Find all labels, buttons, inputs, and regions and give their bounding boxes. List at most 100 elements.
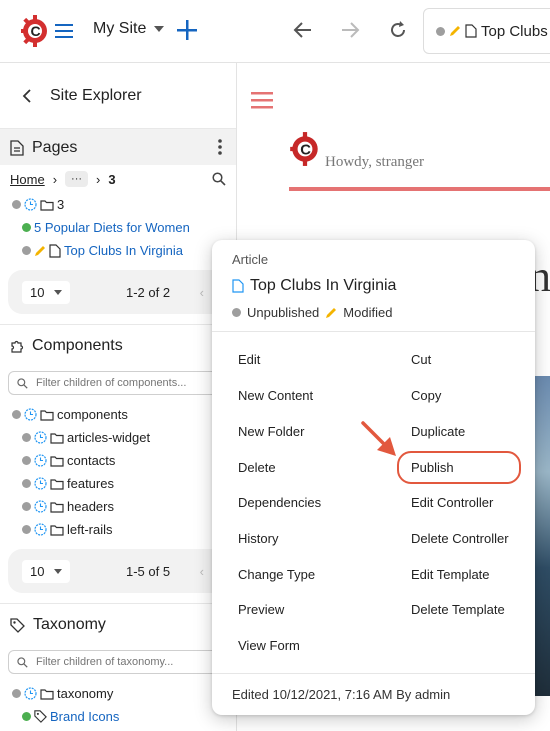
status-dot: [22, 433, 31, 442]
components-filter-input[interactable]: [34, 376, 214, 390]
tree-row[interactable]: components: [12, 403, 236, 426]
menu-item-title: Top Clubs In Virginia: [232, 277, 515, 295]
menu-delete[interactable]: Delete: [238, 460, 276, 475]
tree-label: left-rails: [67, 522, 113, 537]
tree-label[interactable]: Top Clubs In Virginia: [64, 243, 183, 258]
chevron-left-icon[interactable]: [22, 88, 32, 103]
greeting-text: Howdy, stranger: [325, 154, 425, 170]
status-dot: [22, 456, 31, 465]
site-selector[interactable]: My Site: [93, 20, 165, 38]
page-icon: [232, 279, 244, 293]
menu-copy[interactable]: Copy: [411, 388, 441, 403]
status-dot: [12, 200, 21, 209]
search-icon[interactable]: [212, 172, 226, 186]
page-size-select[interactable]: 10: [22, 280, 71, 304]
menu-delete-template[interactable]: Delete Template: [411, 602, 505, 617]
pages-section: Pages: [0, 129, 236, 165]
folder-icon: [40, 199, 54, 211]
menu-duplicate[interactable]: Duplicate: [411, 424, 465, 439]
menu-delete-controller[interactable]: Delete Controller: [411, 531, 509, 546]
menu-preview[interactable]: Preview: [238, 602, 284, 617]
menu-cut[interactable]: Cut: [411, 352, 431, 367]
menu-footer: Edited 10/12/2021, 7:16 AM By admin: [212, 673, 535, 715]
chevron-left-icon[interactable]: ‹: [200, 564, 204, 579]
folder-icon: [50, 455, 64, 467]
tree-row[interactable]: articles-widget: [12, 426, 236, 449]
crafter-logo[interactable]: C: [21, 14, 49, 48]
menu-new-folder[interactable]: New Folder: [238, 424, 304, 439]
components-section: Components: [0, 324, 236, 363]
menu-edit[interactable]: Edit: [238, 352, 260, 367]
menu-edit-template[interactable]: Edit Template: [411, 567, 490, 582]
breadcrumb-home[interactable]: Home: [10, 172, 45, 187]
tree-row[interactable]: features: [12, 472, 236, 495]
clock-icon: [34, 431, 47, 444]
site-explorer-sidebar: Site Explorer Pages Home › ··· › 3 3 5 P…: [0, 63, 237, 731]
tree-row[interactable]: left-rails: [12, 518, 236, 541]
status-modified: Modified: [343, 305, 393, 320]
reload-icon[interactable]: [388, 20, 408, 40]
page-size-select[interactable]: 10: [22, 559, 71, 583]
components-header[interactable]: Components: [0, 329, 236, 363]
clock-icon: [34, 477, 47, 490]
tree-label: features: [67, 476, 114, 491]
components-tree: components articles-widget contacts feat…: [0, 403, 236, 541]
site-explorer-header: Site Explorer: [0, 63, 236, 129]
menu-icon[interactable]: [251, 90, 273, 110]
svg-text:C: C: [300, 142, 311, 158]
tree-row[interactable]: headers: [12, 495, 236, 518]
menu-new-content[interactable]: New Content: [238, 388, 313, 403]
status-dot: [22, 712, 31, 721]
menu-view-form[interactable]: View Form: [238, 638, 300, 653]
back-arrow-icon[interactable]: [293, 20, 313, 40]
chevron-left-icon[interactable]: ‹: [200, 285, 204, 300]
annotation-arrow-icon: [361, 421, 396, 456]
tree-row[interactable]: taxonomy: [12, 682, 236, 705]
tree-label[interactable]: Brand Icons: [50, 709, 119, 724]
tree-row[interactable]: Top Clubs In Virginia: [12, 239, 236, 262]
tree-row[interactable]: 3: [12, 193, 236, 216]
folder-icon: [50, 524, 64, 536]
more-options-icon[interactable]: [218, 139, 222, 155]
tree-row[interactable]: 5 Popular Diets for Women: [12, 216, 236, 239]
menu-edit-controller[interactable]: Edit Controller: [411, 495, 493, 510]
breadcrumb-ellipsis[interactable]: ···: [65, 171, 89, 187]
tree-row[interactable]: Brand Icons: [12, 705, 236, 728]
status-dot: [22, 479, 31, 488]
status-dot: [22, 246, 31, 255]
page-size-value: 10: [30, 284, 45, 300]
status-dot: [12, 410, 21, 419]
taxonomy-section: Taxonomy: [0, 603, 236, 642]
taxonomy-filter-input[interactable]: [34, 655, 214, 669]
menu-change-type[interactable]: Change Type: [238, 567, 315, 582]
add-icon[interactable]: [175, 18, 199, 42]
caret-down-icon: [54, 568, 63, 574]
tree-label[interactable]: 5 Popular Diets for Women: [34, 220, 190, 235]
caret-down-icon: [154, 26, 165, 32]
status-dot: [22, 502, 31, 511]
pages-header[interactable]: Pages: [0, 131, 236, 165]
address-bar[interactable]: Top Clubs: [423, 8, 550, 54]
taxonomy-header[interactable]: Taxonomy: [0, 608, 236, 642]
clock-icon: [24, 408, 37, 421]
status-unpublished: Unpublished: [247, 305, 320, 320]
menu-icon[interactable]: [54, 21, 74, 41]
pages-pagination: 10 1-2 of 2 ‹: [8, 270, 228, 314]
components-filter[interactable]: [8, 371, 228, 395]
address-title: Top Clubs: [481, 22, 548, 40]
page-size-value: 10: [30, 563, 45, 579]
forward-arrow-icon[interactable]: [340, 20, 360, 40]
pages-title: Pages: [32, 139, 78, 156]
page-icon: [49, 243, 61, 258]
menu-history[interactable]: History: [238, 531, 278, 546]
article-hero-image: [534, 376, 550, 696]
taxonomy-tree: taxonomy Brand Icons: [0, 682, 236, 728]
tree-row[interactable]: contacts: [12, 449, 236, 472]
svg-text:C: C: [31, 23, 41, 39]
clock-icon: [24, 687, 37, 700]
search-icon: [17, 377, 28, 389]
tree-label: components: [57, 407, 128, 422]
menu-dependencies[interactable]: Dependencies: [238, 495, 321, 510]
taxonomy-filter[interactable]: [8, 650, 228, 674]
status-dot: [232, 308, 241, 317]
